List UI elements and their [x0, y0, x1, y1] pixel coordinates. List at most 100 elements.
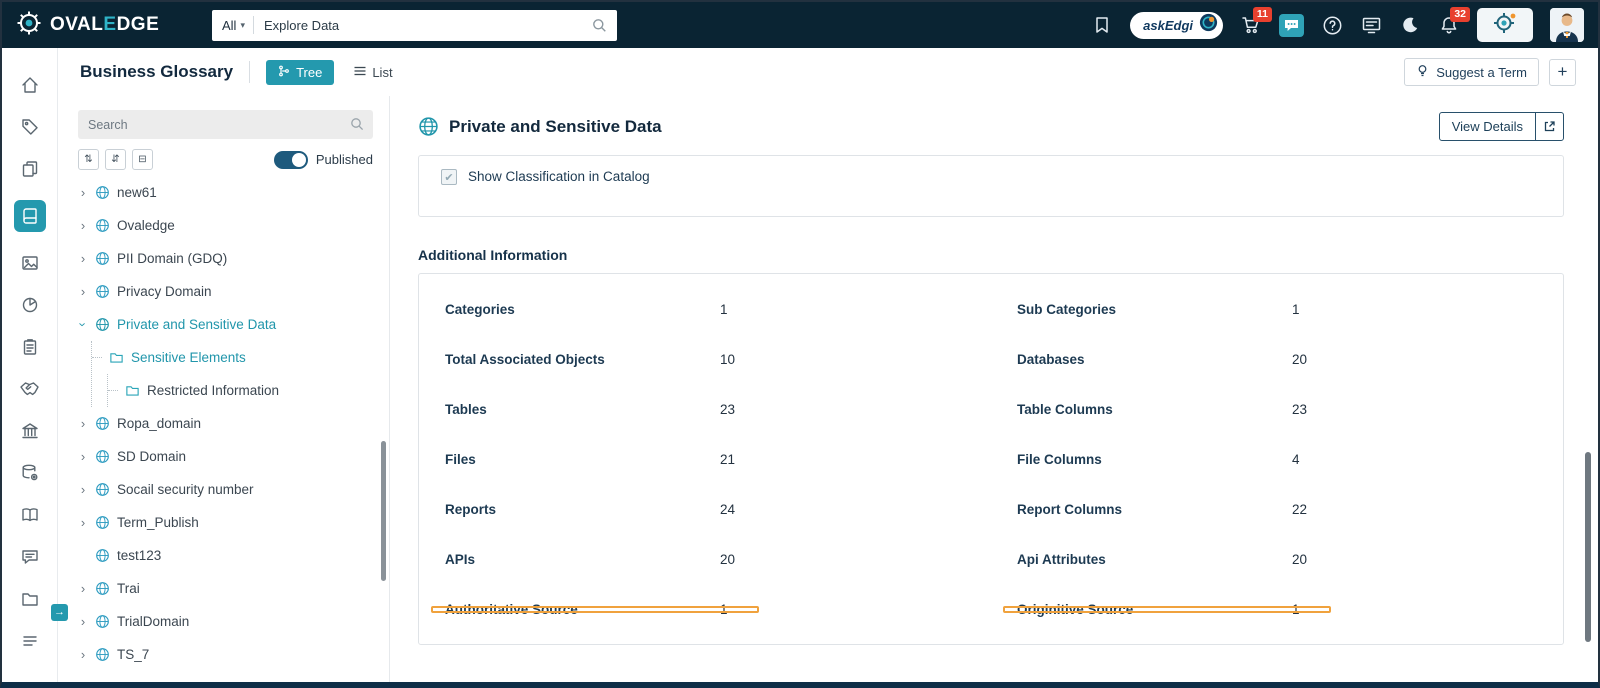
- tree-item[interactable]: ›PII Domain (GDQ): [78, 242, 373, 275]
- detail-title: Private and Sensitive Data: [449, 117, 662, 137]
- chevron-right-icon: ›: [78, 218, 88, 233]
- user-avatar[interactable]: [1550, 8, 1584, 42]
- askedgi-button[interactable]: askEdgi: [1130, 12, 1223, 39]
- brand-logo[interactable]: OVALEDGE: [16, 10, 212, 41]
- tree-item[interactable]: ›TrialDomain: [78, 605, 373, 638]
- chevron-down-icon: ▾: [240, 20, 245, 31]
- folder-icon[interactable]: [19, 588, 41, 610]
- business-glossary-icon[interactable]: [14, 200, 46, 232]
- stat-pair: Table Columns23: [991, 402, 1563, 417]
- page-title: Business Glossary: [80, 62, 233, 82]
- clipboard-list-icon[interactable]: [19, 336, 41, 358]
- tree-item[interactable]: ›Ropa_domain: [78, 407, 373, 440]
- stat-pair-highlighted: Authoritative Source1: [419, 602, 991, 617]
- page-header: Business Glossary Tree List Suggest a Te…: [58, 48, 1598, 96]
- tree-scrollbar-thumb[interactable]: [381, 441, 386, 581]
- sort-desc-button[interactable]: ⇵: [105, 149, 126, 170]
- domain-globe-icon: [95, 284, 110, 299]
- domain-globe-icon: [418, 116, 439, 137]
- published-toggle[interactable]: [274, 151, 308, 169]
- tree-connector: [92, 357, 102, 358]
- search-icon[interactable]: [592, 18, 617, 33]
- chevron-right-icon: ›: [78, 251, 88, 266]
- stat-pair: Files21: [419, 452, 991, 467]
- show-classification-checkbox[interactable]: ✔: [441, 169, 457, 185]
- stat-row: Files21 File Columns4: [419, 434, 1563, 484]
- tree-search-input[interactable]: [78, 110, 373, 139]
- handshake-icon[interactable]: [19, 378, 41, 400]
- list-view-icon: [354, 65, 366, 80]
- feedback-chat-icon[interactable]: [1279, 14, 1304, 37]
- comment-icon[interactable]: [19, 546, 41, 568]
- tree-connector: [108, 390, 118, 391]
- stat-pair-highlighted: Originitive Source1: [991, 602, 1563, 617]
- category-folder-icon: [125, 383, 140, 398]
- ovaledge-gear-icon: [16, 10, 42, 41]
- add-term-button[interactable]: +: [1549, 59, 1576, 86]
- stat-pair: File Columns4: [991, 452, 1563, 467]
- domain-globe-icon: [95, 416, 110, 431]
- cart-icon[interactable]: 11: [1240, 14, 1262, 36]
- search-input[interactable]: [254, 18, 592, 33]
- checkbox-label: Show Classification in Catalog: [468, 169, 650, 184]
- published-label: Published: [316, 152, 373, 167]
- help-icon[interactable]: [1321, 14, 1343, 36]
- tree-item[interactable]: ›SD Domain: [78, 440, 373, 473]
- bookmark-icon[interactable]: [1091, 14, 1113, 36]
- open-book-icon[interactable]: [19, 504, 41, 526]
- copy-pages-icon[interactable]: [19, 158, 41, 180]
- tree-item[interactable]: ›Privacy Domain: [78, 275, 373, 308]
- home-icon[interactable]: [19, 74, 41, 96]
- apps-launcher-button[interactable]: [1477, 8, 1533, 42]
- release-notes-icon[interactable]: [1360, 14, 1382, 36]
- list-lines-icon[interactable]: [19, 630, 41, 652]
- glossary-tree-panel: ⇅ ⇵ ⊟ Published ›new61 ›Ovaledge ›PII Do…: [58, 96, 390, 682]
- image-icon[interactable]: [19, 252, 41, 274]
- tree-item[interactable]: ›Socail security number: [78, 473, 373, 506]
- stat-pair: Tables23: [419, 402, 991, 417]
- tree-view-button[interactable]: Tree: [266, 60, 334, 85]
- tree-item[interactable]: ›Term_Publish: [78, 506, 373, 539]
- tag-icon[interactable]: [19, 116, 41, 138]
- topbar-actions: askEdgi 11 32: [1091, 8, 1584, 42]
- notifications-bell-icon[interactable]: 32: [1438, 14, 1460, 36]
- sidebar-expand-button[interactable]: →: [51, 604, 68, 621]
- dark-mode-moon-icon[interactable]: [1399, 14, 1421, 36]
- chevron-down-icon: ›: [76, 320, 91, 330]
- chevron-right-icon: ›: [78, 515, 88, 530]
- sort-asc-button[interactable]: ⇅: [78, 149, 99, 170]
- domain-globe-icon: [95, 251, 110, 266]
- tree-item[interactable]: ›test123: [78, 539, 373, 572]
- global-search: All▾: [212, 10, 617, 41]
- chevron-right-icon: ›: [78, 185, 88, 200]
- category-folder-icon: [109, 350, 124, 365]
- cart-badge: 11: [1253, 7, 1272, 22]
- suggest-idea-icon: [1416, 64, 1429, 80]
- tree-item[interactable]: ›new61: [78, 176, 373, 209]
- stat-pair: Total Associated Objects10: [419, 352, 991, 367]
- bank-icon[interactable]: [19, 420, 41, 442]
- chevron-right-icon: ›: [78, 482, 88, 497]
- stat-row: Categories1 Sub Categories1: [419, 284, 1563, 334]
- tree-item[interactable]: Restricted Information: [108, 374, 373, 407]
- stat-row: APIs20 Api Attributes20: [419, 534, 1563, 584]
- domain-globe-icon: [95, 218, 110, 233]
- view-details-button[interactable]: View Details: [1439, 112, 1564, 141]
- tree-item[interactable]: ›TS_7: [78, 638, 373, 671]
- search-scope-dropdown[interactable]: All▾: [212, 18, 253, 33]
- list-view-button[interactable]: List: [342, 60, 404, 85]
- chevron-right-icon: ›: [78, 284, 88, 299]
- chevron-right-icon: ›: [78, 581, 88, 596]
- domain-globe-icon: [95, 317, 110, 332]
- donut-chart-icon[interactable]: [19, 294, 41, 316]
- detail-scrollbar-thumb[interactable]: [1585, 452, 1591, 642]
- collapse-all-button[interactable]: ⊟: [132, 149, 153, 170]
- tree-item[interactable]: ›Ovaledge: [78, 209, 373, 242]
- database-gear-icon[interactable]: [19, 462, 41, 484]
- external-link-icon: [1535, 113, 1563, 140]
- tree-item[interactable]: ›Trai: [78, 572, 373, 605]
- tree-item-selected[interactable]: ›Private and Sensitive Data: [78, 308, 373, 341]
- tree-item[interactable]: Sensitive Elements: [92, 341, 373, 374]
- suggest-term-button[interactable]: Suggest a Term: [1404, 58, 1539, 86]
- domain-globe-icon: [95, 548, 110, 563]
